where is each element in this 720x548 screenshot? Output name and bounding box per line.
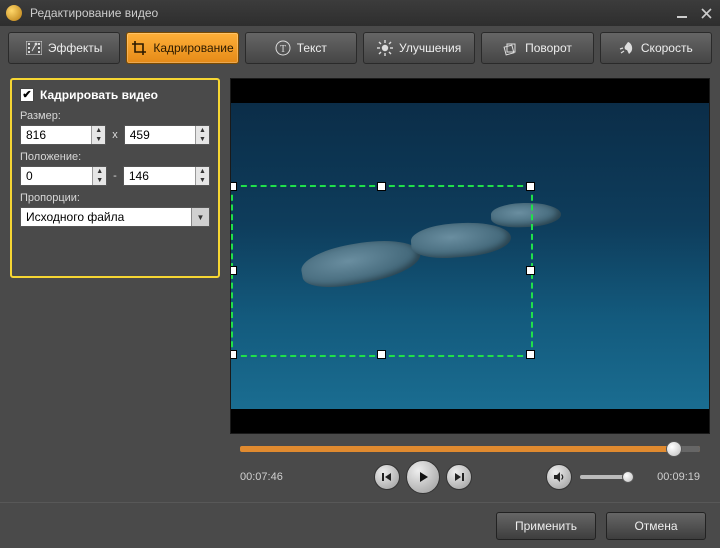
play-button[interactable] (406, 460, 440, 494)
aspect-label: Пропорции: (20, 192, 210, 204)
app-icon (6, 5, 22, 21)
window-title: Редактирование видео (30, 6, 674, 20)
svg-text:T: T (280, 44, 286, 55)
tab-label: Улучшения (399, 41, 461, 55)
enhance-icon (377, 40, 393, 56)
crop-x-value: 0 (21, 169, 92, 183)
cancel-label: Отмена (634, 519, 677, 533)
content-area: ✔ Кадрировать видео Размер: 816 ▲▼ x 459… (0, 70, 720, 502)
speed-icon (619, 40, 635, 56)
spinner-icon[interactable]: ▲▼ (92, 167, 106, 185)
position-separator: - (111, 170, 119, 182)
seek-thumb[interactable] (666, 441, 682, 457)
crop-panel: ✔ Кадрировать видео Размер: 816 ▲▼ x 459… (10, 78, 220, 278)
chevron-down-icon: ▼ (191, 208, 209, 226)
tab-crop[interactable]: Кадрирование (126, 32, 238, 64)
close-button[interactable] (698, 5, 714, 21)
rotate-icon (503, 40, 519, 56)
size-separator: x (110, 129, 120, 141)
effects-icon (26, 40, 42, 56)
aspect-select[interactable]: Исходного файла ▼ (20, 207, 210, 227)
apply-label: Применить (515, 519, 577, 533)
apply-button[interactable]: Применить (496, 512, 596, 540)
video-preview[interactable] (230, 78, 710, 434)
spinner-icon[interactable]: ▲▼ (91, 126, 105, 144)
crop-height-value: 459 (125, 128, 195, 142)
crop-handle[interactable] (231, 266, 237, 275)
spinner-icon[interactable]: ▲▼ (195, 167, 209, 185)
tab-rotate[interactable]: Поворот (481, 32, 593, 64)
crop-handle[interactable] (231, 350, 237, 359)
spinner-icon[interactable]: ▲▼ (195, 126, 209, 144)
tab-label: Кадрирование (153, 41, 233, 55)
cancel-button[interactable]: Отмена (606, 512, 706, 540)
position-label: Положение: (20, 151, 210, 163)
crop-enable-label: Кадрировать видео (40, 88, 158, 102)
prev-button[interactable] (374, 464, 400, 490)
dialog-footer: Применить Отмена (0, 502, 720, 548)
playback-controls: 00:07:46 (230, 434, 710, 496)
aspect-value: Исходного файла (21, 210, 191, 224)
crop-y-input[interactable]: 146 ▲▼ (123, 166, 210, 186)
crop-height-input[interactable]: 459 ▲▼ (124, 125, 210, 145)
titlebar: Редактирование видео (0, 0, 720, 26)
crop-width-input[interactable]: 816 ▲▼ (20, 125, 106, 145)
crop-x-input[interactable]: 0 ▲▼ (20, 166, 107, 186)
crop-handle[interactable] (526, 350, 535, 359)
tab-speed[interactable]: Скорость (600, 32, 712, 64)
crop-selection[interactable] (231, 185, 533, 357)
crop-icon (131, 40, 147, 56)
crop-handle[interactable] (231, 182, 237, 191)
tab-label: Поворот (525, 41, 572, 55)
video-edit-window: Редактирование видео Эффекты Кадрировани… (0, 0, 720, 548)
crop-handle[interactable] (526, 182, 535, 191)
tab-label: Эффекты (48, 41, 103, 55)
tab-bar: Эффекты Кадрирование T Текст Улучшения П… (0, 26, 720, 70)
crop-y-value: 146 (124, 169, 195, 183)
crop-handle[interactable] (526, 266, 535, 275)
size-label: Размер: (20, 110, 210, 122)
crop-width-value: 816 (21, 128, 91, 142)
tab-effects[interactable]: Эффекты (8, 32, 120, 64)
tab-label: Текст (297, 41, 327, 55)
preview-column: 00:07:46 (230, 78, 710, 496)
tab-label: Скорость (641, 41, 693, 55)
volume-slider[interactable] (580, 475, 630, 479)
text-icon: T (275, 40, 291, 56)
time-current: 00:07:46 (240, 471, 300, 483)
crop-handle[interactable] (377, 350, 386, 359)
volume-thumb[interactable] (622, 471, 634, 483)
crop-handle[interactable] (377, 182, 386, 191)
seek-slider[interactable] (240, 446, 700, 452)
crop-enable-checkbox[interactable]: ✔ (20, 88, 34, 102)
time-total: 00:09:19 (640, 471, 700, 483)
video-frame (231, 103, 709, 409)
tab-enhance[interactable]: Улучшения (363, 32, 475, 64)
minimize-button[interactable] (674, 5, 690, 21)
tab-text[interactable]: T Текст (245, 32, 357, 64)
volume-button[interactable] (546, 464, 572, 490)
next-button[interactable] (446, 464, 472, 490)
